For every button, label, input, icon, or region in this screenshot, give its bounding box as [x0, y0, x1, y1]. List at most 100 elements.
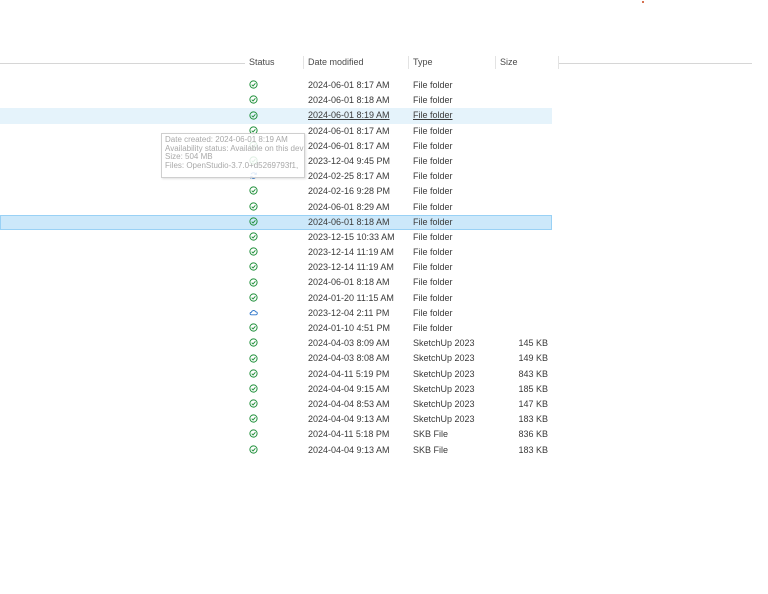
column-header-date-modified[interactable]: Date modified: [303, 56, 409, 69]
sync-check-icon: [249, 397, 263, 412]
sync-check-icon: [249, 291, 263, 306]
date-modified-cell: 2024-02-16 9:28 PM: [308, 186, 391, 197]
type-cell: File folder: [413, 292, 453, 303]
file-row[interactable]: 2024-01-20 11:15 AM File folder: [0, 291, 552, 306]
type-cell: File folder: [413, 231, 453, 242]
file-row[interactable]: 2023-12-14 11:19 AM File folder: [0, 245, 552, 260]
date-modified-cell: 2024-04-03 8:09 AM: [308, 338, 390, 349]
date-modified-cell: 2024-06-01 8:18 AM: [308, 95, 390, 106]
type-cell: SketchUp 2023: [413, 368, 475, 379]
type-cell: SKB File: [413, 444, 449, 455]
type-cell: File folder: [413, 201, 453, 212]
sync-check-icon: [249, 245, 263, 260]
sync-check-icon: [249, 200, 263, 215]
type-cell: File folder: [413, 262, 453, 273]
file-row[interactable]: 2024-04-04 9:15 AM SketchUp 2023 185 KB: [0, 382, 552, 397]
sync-check-icon: [249, 215, 263, 230]
date-modified-cell: 2024-06-01 8:19 AM: [308, 110, 390, 121]
type-cell: File folder: [413, 155, 453, 166]
type-cell: File folder: [413, 95, 453, 106]
type-cell: File folder: [413, 125, 453, 136]
date-modified-cell: 2024-06-01 8:17 AM: [308, 125, 390, 136]
file-row[interactable]: 2024-04-04 9:13 AM SKB File 183 KB: [0, 443, 552, 458]
date-modified-cell: 2024-02-25 8:17 AM: [308, 171, 390, 182]
type-cell: File folder: [413, 307, 453, 318]
size-cell: 145 KB: [518, 338, 548, 349]
type-cell: SketchUp 2023: [413, 414, 475, 425]
size-cell: 843 KB: [518, 368, 548, 379]
sync-check-icon: [249, 78, 263, 93]
date-modified-cell: 2023-12-04 9:45 PM: [308, 155, 391, 166]
type-cell: SketchUp 2023: [413, 353, 475, 364]
sync-check-icon: [249, 443, 263, 458]
sync-check-icon: [249, 382, 263, 397]
date-modified-cell: 2024-06-01 8:18 AM: [308, 277, 390, 288]
sync-check-icon: [249, 336, 263, 351]
file-row[interactable]: 2024-04-04 9:13 AM SketchUp 2023 183 KB: [0, 412, 552, 427]
date-modified-cell: 2024-04-03 8:08 AM: [308, 353, 390, 364]
date-modified-cell: 2023-12-15 10:33 AM: [308, 231, 395, 242]
type-cell: SketchUp 2023: [413, 383, 475, 394]
date-modified-cell: 2024-04-04 9:15 AM: [308, 383, 390, 394]
size-cell: 147 KB: [518, 398, 548, 409]
file-row[interactable]: 2024-04-11 5:18 PM SKB File 836 KB: [0, 427, 552, 442]
file-row[interactable]: 2024-04-03 8:09 AM SketchUp 2023 145 KB: [0, 336, 552, 351]
date-modified-cell: 2024-06-01 8:17 AM: [308, 140, 390, 151]
type-cell: SketchUp 2023: [413, 338, 475, 349]
date-modified-cell: 2024-01-10 4:51 PM: [308, 323, 391, 333]
file-row[interactable]: 2024-06-01 8:29 AM File folder: [0, 200, 552, 215]
file-row[interactable]: 2024-06-01 8:18 AM File folder: [0, 275, 552, 290]
date-modified-cell: 2024-04-11 5:18 PM: [308, 429, 390, 440]
date-modified-cell: 2023-12-14 11:19 AM: [308, 247, 394, 258]
size-cell: 149 KB: [518, 353, 548, 364]
sync-check-icon: [249, 275, 263, 290]
file-row[interactable]: 2024-02-16 9:28 PM File folder: [0, 184, 552, 199]
file-row[interactable]: 2023-12-04 2:11 PM File folder: [0, 306, 552, 321]
sync-check-icon: [249, 93, 263, 108]
column-header-row: Status Date modified Type Size: [0, 56, 752, 71]
type-cell: File folder: [413, 216, 453, 227]
type-cell: File folder: [413, 171, 453, 182]
sync-check-icon: [249, 427, 263, 442]
sync-check-icon: [249, 351, 263, 366]
sync-check-icon: [249, 230, 263, 245]
column-header-size[interactable]: Size: [495, 56, 559, 69]
sync-check-icon: [249, 321, 263, 336]
date-modified-cell: 2024-06-01 8:18 AM: [308, 216, 390, 227]
type-cell: File folder: [413, 140, 453, 151]
file-row[interactable]: 2024-04-11 5:19 PM SketchUp 2023 843 KB: [0, 367, 552, 382]
type-cell: File folder: [413, 277, 453, 288]
sync-check-icon: [249, 260, 263, 275]
date-modified-cell: 2024-06-01 8:29 AM: [308, 201, 390, 212]
type-cell: File folder: [413, 110, 453, 121]
sync-check-icon: [249, 367, 263, 382]
column-header-status[interactable]: Status: [245, 56, 303, 69]
file-row[interactable]: 2024-04-04 8:53 AM SketchUp 2023 147 KB: [0, 397, 552, 412]
date-modified-cell: 2024-04-04 9:13 AM: [308, 414, 390, 425]
decorative-dot: [642, 1, 644, 3]
file-row[interactable]: 2023-12-15 10:33 AM File folder: [0, 230, 552, 245]
tooltip-files: Files: OpenStudio-3.7.0+d5269793f1,: [165, 160, 299, 170]
type-cell: File folder: [413, 186, 453, 197]
type-cell: SKB File: [413, 429, 449, 440]
date-modified-cell: 2023-12-14 11:19 AM: [308, 262, 394, 273]
file-row[interactable]: 2024-04-03 8:08 AM SketchUp 2023 149 KB: [0, 351, 552, 366]
date-modified-cell: 2024-04-04 8:53 AM: [308, 398, 390, 409]
size-cell: 185 KB: [518, 383, 548, 394]
file-row[interactable]: 2024-06-01 8:18 AM File folder: [0, 93, 552, 108]
size-cell: 183 KB: [518, 444, 548, 455]
sync-check-icon: [249, 184, 263, 199]
file-row[interactable]: 2024-01-10 4:51 PM File folder: [0, 321, 552, 336]
sync-check-icon: [249, 108, 263, 123]
date-modified-cell: 2024-04-04 9:13 AM: [308, 444, 390, 455]
date-modified-cell: 2024-06-01 8:17 AM: [308, 80, 390, 90]
file-row[interactable]: 2023-12-14 11:19 AM File folder: [0, 260, 552, 275]
sync-check-icon: [249, 412, 263, 427]
file-row[interactable]: 2024-06-01 8:18 AM File folder: [0, 214, 552, 230]
column-header-type[interactable]: Type: [408, 56, 498, 69]
file-row[interactable]: 2024-06-01 8:17 AM File folder: [0, 78, 552, 93]
item-tooltip: Date created: 2024-06-01 8:19 AM Availab…: [161, 133, 305, 178]
file-row[interactable]: 2024-06-01 8:19 AM File folder: [0, 108, 552, 124]
cloud-icon: [249, 306, 263, 321]
date-modified-cell: 2023-12-04 2:11 PM: [308, 307, 390, 318]
